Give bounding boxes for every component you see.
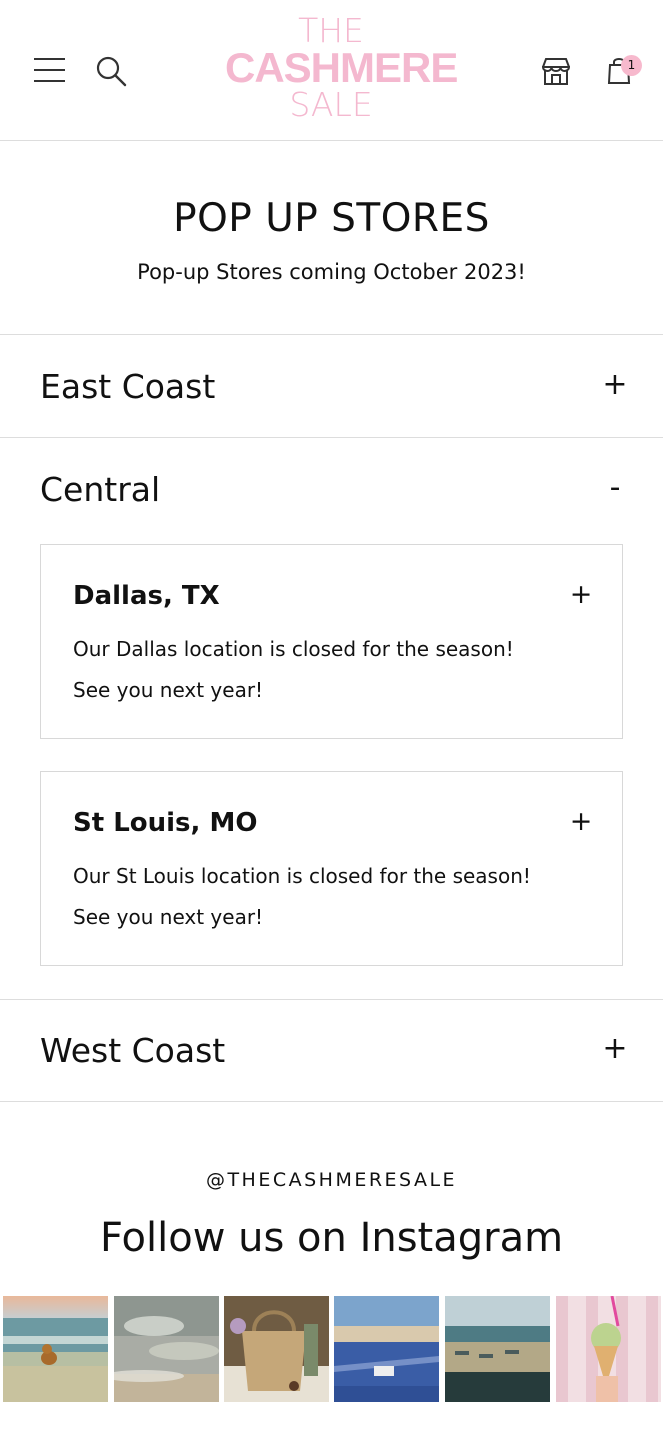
- brand-logo[interactable]: THE CASHMERE SALE: [225, 11, 458, 124]
- region-label: Central: [40, 470, 161, 509]
- region-label: East Coast: [40, 367, 216, 406]
- beach-towel-photo[interactable]: [334, 1296, 439, 1402]
- store-card-st-louis: St Louis, MO + Our St Louis location is …: [40, 771, 623, 966]
- store-status-line: See you next year!: [73, 905, 264, 929]
- store-name: St Louis, MO: [73, 808, 258, 838]
- logo-line-cashmere: CASHMERE: [225, 44, 458, 91]
- instagram-section: @THECASHMERESALE Follow us on Instagram: [0, 1103, 663, 1437]
- store-status-line: Our Dallas location is closed for the se…: [73, 637, 514, 661]
- instagram-handle[interactable]: @THECASHMERESALE: [0, 1169, 663, 1191]
- region-west-coast[interactable]: West Coast +: [0, 999, 663, 1102]
- dog-at-beach-photo[interactable]: [3, 1296, 108, 1402]
- collapse-minus-icon[interactable]: -: [600, 468, 630, 508]
- store-status-text: Our St Louis location is closed for the …: [73, 856, 593, 938]
- instagram-feed: [0, 1296, 663, 1402]
- hamburger-menu-icon[interactable]: [34, 56, 66, 86]
- region-label: West Coast: [40, 1031, 226, 1070]
- straw-bag-picnic-photo[interactable]: [224, 1296, 329, 1402]
- store-status-line: See you next year!: [73, 678, 264, 702]
- site-header: THE CASHMERE SALE 1: [0, 0, 663, 141]
- instagram-heading: Follow us on Instagram: [99, 1215, 564, 1261]
- store-status-text: Our Dallas location is closed for the se…: [73, 629, 593, 711]
- expand-plus-icon[interactable]: +: [600, 365, 630, 405]
- page-title: POP UP STORES: [173, 196, 490, 241]
- store-name: Dallas, TX: [73, 581, 220, 611]
- ice-cream-cone-photo[interactable]: [556, 1296, 661, 1402]
- region-east-coast[interactable]: East Coast +: [0, 335, 663, 438]
- cart-count-badge: 1: [621, 55, 642, 76]
- search-icon[interactable]: [94, 54, 128, 88]
- logo-line-the: THE: [298, 11, 364, 50]
- beach-sunbeds-photo[interactable]: [445, 1296, 550, 1402]
- store-status-line: Our St Louis location is closed for the …: [73, 864, 531, 888]
- store-icon[interactable]: [539, 54, 573, 88]
- store-card-dallas: Dallas, TX + Our Dallas location is clos…: [40, 544, 623, 739]
- ocean-water-photo[interactable]: [114, 1296, 219, 1402]
- region-central[interactable]: Central - Dallas, TX + Our Dallas locati…: [0, 438, 663, 1000]
- logo-line-sale: SALE: [289, 85, 373, 124]
- expand-plus-icon[interactable]: +: [600, 1029, 630, 1069]
- expand-plus-icon[interactable]: +: [567, 806, 595, 838]
- page-hero: POP UP STORES Pop-up Stores coming Octob…: [0, 141, 663, 335]
- page-subtitle: Pop-up Stores coming October 2023!: [137, 260, 526, 284]
- expand-plus-icon[interactable]: +: [567, 579, 595, 611]
